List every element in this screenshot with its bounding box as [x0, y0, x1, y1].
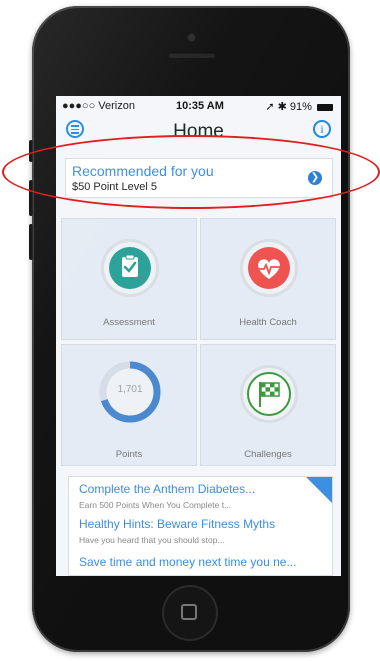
feed-item-title[interactable]: Save time and money next time you ne... — [79, 555, 296, 569]
status-time: 10:35 AM — [176, 100, 224, 112]
health-coach-badge — [240, 239, 298, 297]
home-button[interactable] — [162, 585, 218, 641]
feed-corner-flag — [306, 477, 332, 503]
battery-percent: 91% — [289, 101, 312, 113]
heart-pulse-icon — [248, 247, 290, 289]
volume-down-button — [29, 224, 33, 260]
tile-label: Health Coach — [239, 317, 297, 328]
points-value: 1,701 — [117, 384, 143, 395]
highlight-ellipse — [2, 135, 380, 209]
front-camera — [187, 33, 196, 42]
tile-label: Points — [115, 449, 143, 460]
battery-icon — [317, 103, 333, 111]
clipboard-check-icon — [109, 247, 151, 289]
tile-assessment[interactable]: Assessment — [61, 218, 197, 340]
tile-label: Challenges — [244, 449, 292, 460]
feed-item-title[interactable]: Complete the Anthem Diabetes... — [79, 482, 255, 496]
location-icon: ➚ — [265, 101, 275, 113]
feed-item-title[interactable]: Healthy Hints: Beware Fitness Myths — [79, 517, 275, 531]
home-square-icon — [181, 604, 197, 620]
info-icon: i — [320, 122, 324, 136]
checkered-flag-icon — [247, 372, 291, 416]
tile-challenges[interactable]: Challenges — [200, 344, 336, 466]
status-bar: ●●●○○ Verizon 10:35 AM ➚ ✱ 91% — [56, 96, 341, 116]
tile-label: Assessment — [103, 317, 155, 328]
assessment-badge — [101, 239, 159, 297]
news-feed-card[interactable]: Complete the Anthem Diabetes... Earn 500… — [68, 476, 333, 576]
feed-item-subtitle: Earn 500 Points When You Complete t... — [79, 500, 232, 510]
earpiece-speaker — [168, 52, 216, 58]
status-right: ➚ ✱ 91% — [265, 100, 333, 113]
info-button[interactable]: i — [313, 120, 331, 138]
tile-health-coach[interactable]: Health Coach — [200, 218, 336, 340]
tile-points[interactable]: 1,701 Points — [61, 344, 197, 466]
challenges-badge — [240, 365, 298, 423]
feed-item-subtitle: Have you heard that you should stop... — [79, 535, 225, 545]
bluetooth-icon: ✱ — [277, 101, 287, 113]
carrier-signal: ●●●○○ Verizon — [62, 100, 135, 112]
